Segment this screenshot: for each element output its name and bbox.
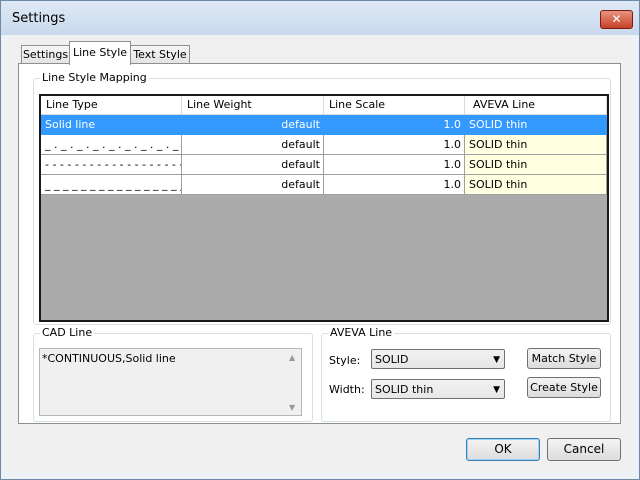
cad-line-textarea[interactable]: *CONTINUOUS,Solid line ▲ ▼ xyxy=(39,348,302,416)
close-button[interactable]: ✕ xyxy=(600,10,633,29)
table-row[interactable]: Solid line default 1.0 SOLID thin xyxy=(41,115,607,135)
width-select-value: SOLID thin xyxy=(375,383,434,396)
line-weight-cell[interactable]: default xyxy=(182,155,324,175)
aveva-line-cell[interactable]: SOLID thin xyxy=(465,155,607,175)
cad-line-group: CAD Line *CONTINUOUS,Solid line ▲ ▼ xyxy=(33,326,313,422)
group-label: Line Style Mapping xyxy=(40,71,149,84)
group-label: CAD Line xyxy=(40,326,95,339)
table-row[interactable]: _ _ _ _ _ _ _ _ _ _ _ _ _ _ _ _ ... defa… xyxy=(41,175,607,195)
line-type-cell[interactable]: _ _ _ _ _ _ _ _ _ _ _ _ _ _ _ _ ... xyxy=(41,175,182,195)
column-header-aveva-line[interactable]: AVEVA Line xyxy=(465,96,607,114)
scroll-up-icon[interactable]: ▲ xyxy=(289,353,295,362)
settings-window: Settings ✕ Settings Line Style Text Styl… xyxy=(0,0,640,480)
close-icon: ✕ xyxy=(611,12,622,26)
table-row[interactable]: _ . _ . _ . _ . _ . _ . _ . _ . _ . _ ..… xyxy=(41,135,607,155)
line-style-grid[interactable]: Line Type Line Weight Line Scale AVEVA L… xyxy=(39,94,609,322)
tab-line-style[interactable]: Line Style xyxy=(69,41,131,65)
style-select[interactable]: SOLID ▼ xyxy=(371,349,505,369)
chevron-down-icon: ▼ xyxy=(493,355,500,365)
group-label: AVEVA Line xyxy=(328,326,395,339)
line-weight-cell[interactable]: default xyxy=(182,135,324,155)
aveva-line-cell[interactable]: SOLID thin xyxy=(465,115,607,135)
cancel-button[interactable]: Cancel xyxy=(547,438,621,461)
window-title: Settings xyxy=(12,11,66,26)
width-select[interactable]: SOLID thin ▼ xyxy=(371,379,505,399)
line-type-cell[interactable]: - - - - - - - - - - - - - - - - - - - - … xyxy=(41,155,182,175)
line-scale-cell[interactable]: 1.0 xyxy=(324,175,465,195)
column-header-line-type[interactable]: Line Type xyxy=(41,96,182,114)
column-header-line-weight[interactable]: Line Weight xyxy=(182,96,324,114)
line-type-cell[interactable]: _ . _ . _ . _ . _ . _ . _ . _ . _ . _ ..… xyxy=(41,135,182,155)
style-select-value: SOLID xyxy=(375,353,409,366)
ok-button[interactable]: OK xyxy=(466,438,540,461)
line-scale-cell[interactable]: 1.0 xyxy=(324,115,465,135)
title-bar[interactable]: Settings ✕ xyxy=(1,1,639,35)
column-header-line-scale[interactable]: Line Scale xyxy=(324,96,465,114)
line-style-panel: Line Style Mapping Line Type Line Weight… xyxy=(18,63,621,424)
table-row[interactable]: - - - - - - - - - - - - - - - - - - - - … xyxy=(41,155,607,175)
line-weight-cell[interactable]: default xyxy=(182,115,324,135)
create-style-button[interactable]: Create Style xyxy=(527,377,601,398)
line-type-cell[interactable]: Solid line xyxy=(41,115,182,135)
match-style-button[interactable]: Match Style xyxy=(527,348,601,369)
dialog-client: Settings Line Style Text Style Line Styl… xyxy=(8,36,632,472)
cad-line-value: *CONTINUOUS,Solid line xyxy=(42,352,176,365)
aveva-line-cell[interactable]: SOLID thin xyxy=(465,175,607,195)
chevron-down-icon: ▼ xyxy=(493,385,500,395)
style-label: Style: xyxy=(329,354,361,367)
scroll-down-icon[interactable]: ▼ xyxy=(289,403,295,412)
line-scale-cell[interactable]: 1.0 xyxy=(324,155,465,175)
line-style-mapping-group: Line Style Mapping Line Type Line Weight… xyxy=(33,71,611,325)
width-label: Width: xyxy=(329,383,365,396)
tab-text-style[interactable]: Text Style xyxy=(130,45,190,64)
vertical-scrollbar[interactable]: ▲ ▼ xyxy=(285,349,301,415)
line-weight-cell[interactable]: default xyxy=(182,175,324,195)
line-scale-cell[interactable]: 1.0 xyxy=(324,135,465,155)
grid-header: Line Type Line Weight Line Scale AVEVA L… xyxy=(41,96,607,115)
tab-settings[interactable]: Settings xyxy=(21,45,70,64)
aveva-line-cell[interactable]: SOLID thin xyxy=(465,135,607,155)
aveva-line-group: AVEVA Line Style: SOLID ▼ Width: SOLID t… xyxy=(321,326,611,422)
